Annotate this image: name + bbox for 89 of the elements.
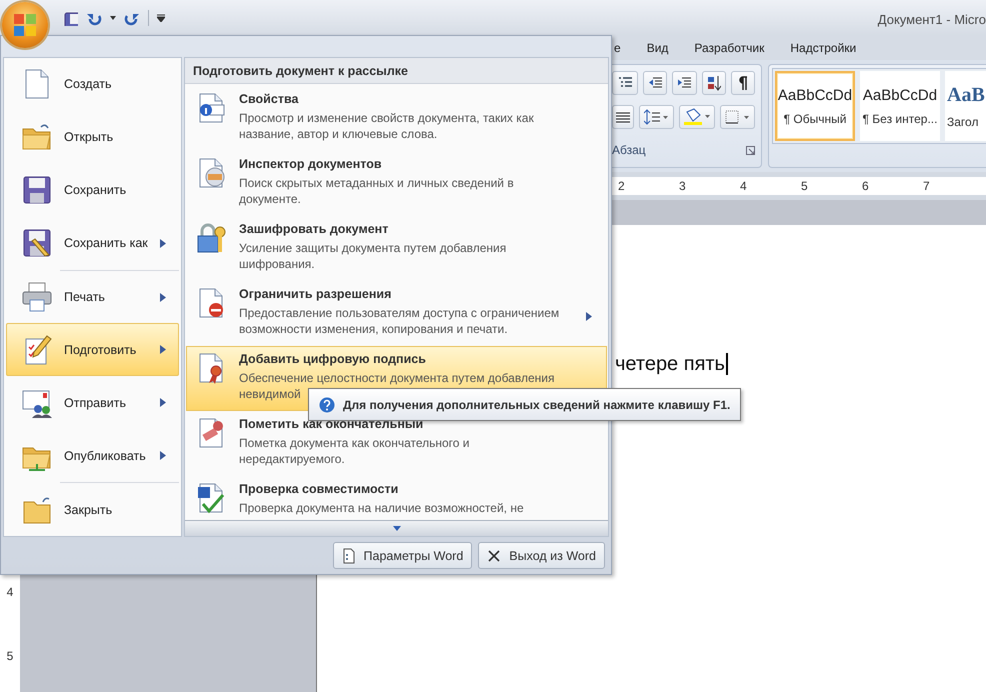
- multilevel-list-button[interactable]: [612, 71, 638, 95]
- ruler-number: 2: [618, 179, 626, 193]
- style-preview: AaB: [947, 84, 985, 106]
- submenu-item[interactable]: Инспектор документов Поиск скрытых метаданных и личных сведений в документе.: [186, 151, 607, 216]
- submenu-arrow-icon: [160, 292, 166, 302]
- caret-icon: [110, 16, 116, 20]
- style-option[interactable]: AaBbCcDd ¶ Без интер...: [860, 71, 940, 141]
- style-preview: AaBbCcDd: [778, 86, 852, 104]
- item-description: Пометка документа как окончательного и нередактируемого.: [239, 435, 470, 467]
- submenu-item[interactable]: Зашифровать документ Усиление защиты документа путем добавления шифрования.: [186, 216, 607, 281]
- style-preview: AaBbCcDd: [862, 86, 938, 104]
- submenu-item[interactable]: Ограничить разрешения Предоставление пользователям доступа с ограничением возможности изменения, копирования и печати.: [186, 281, 607, 346]
- justify-icon: [616, 112, 630, 122]
- menu-item[interactable]: Подготовить: [6, 323, 179, 376]
- item-title: Добавить цифровую подпись: [239, 352, 427, 366]
- submenu-arrow-icon: [586, 312, 592, 320]
- ruler-number: 4: [6, 585, 14, 599]
- borders-icon: [724, 110, 751, 124]
- item-description: Проверка документа на наличие возможностей, не: [239, 500, 525, 516]
- style-option[interactable]: AaBbCcDd ¶ Обычный: [775, 71, 855, 141]
- ruler-number: 6: [862, 179, 870, 193]
- item-title: Зашифровать документ: [239, 222, 390, 236]
- indent-icon: [677, 77, 692, 89]
- item-description: Поиск скрытых метаданных и личных сведений в документе.: [239, 175, 515, 207]
- menu-item[interactable]: Опубликовать: [6, 429, 179, 482]
- help-icon: [319, 396, 335, 412]
- word-document-check-icon: [195, 482, 227, 514]
- down-arrow-icon: [392, 526, 400, 531]
- style-option[interactable]: AaB Загол: [945, 71, 986, 141]
- window-title: Документ1 - Micro: [878, 11, 986, 27]
- line-spacing-button[interactable]: [639, 105, 674, 129]
- submenu-arrow-icon: [160, 238, 166, 248]
- indent-icon: [648, 77, 662, 89]
- line-spacing-icon: [644, 109, 668, 125]
- floppy-pencil-icon: [21, 227, 53, 260]
- shading-button[interactable]: [678, 105, 716, 129]
- submenu-item[interactable]: Проверка совместимости Проверка документа на наличие возможностей, не: [186, 476, 607, 520]
- menu-footer-button[interactable]: Параметры Word: [332, 542, 472, 569]
- style-name: Загол: [947, 114, 978, 128]
- paint-bucket-icon: [683, 108, 711, 126]
- ruler-number: 4: [740, 179, 748, 193]
- item-description: Предоставление пользователям доступа с ограничением возможности изменения, копирования и печати.: [239, 305, 560, 337]
- document-settings-icon: [342, 548, 356, 564]
- ribbon-tab[interactable]: Разработчик: [686, 38, 772, 58]
- submenu-header: Подготовить документ к рассылке: [185, 58, 608, 84]
- item-title: Инспектор документов: [239, 157, 383, 171]
- decrease-indent-button[interactable]: [643, 71, 668, 95]
- ribbon-tab[interactable]: Вид: [638, 38, 676, 58]
- item-description: Усиление защиты документа путем добавления шифрования.: [239, 240, 508, 272]
- increase-indent-button[interactable]: [672, 71, 697, 95]
- style-name: ¶ Обычный: [784, 112, 846, 126]
- menu-item[interactable]: Сохранить как: [6, 216, 179, 270]
- ruler-number: 3: [679, 179, 687, 193]
- list-icon: [618, 76, 632, 90]
- group-label: Абзац: [612, 143, 646, 157]
- pilcrow-icon: [738, 76, 748, 90]
- style-name: ¶ Без интер...: [862, 112, 938, 126]
- submenu-item[interactable]: Свойства Просмотр и изменение свойств документа, таких как название, автор и ключевые слова.: [186, 86, 607, 151]
- document-text: четере пять: [615, 353, 728, 375]
- menu-item[interactable]: Открыть: [6, 110, 179, 164]
- menu-item[interactable]: Отправить: [6, 376, 179, 430]
- item-title: Пометить как окончательный: [239, 417, 424, 431]
- menu-footer-button[interactable]: Выход из Word: [478, 542, 605, 569]
- submenu-arrow-icon: [160, 451, 166, 460]
- item-title: Ограничить разрешения: [239, 287, 392, 301]
- office-logo-icon: [12, 12, 38, 38]
- show-formatting-button[interactable]: [730, 71, 755, 95]
- item-title: Проверка совместимости: [239, 482, 400, 496]
- item-title: Свойства: [239, 92, 300, 106]
- menu-item[interactable]: Печать: [6, 270, 179, 324]
- item-description: Просмотр и изменение свойств документа, таких как название, автор и ключевые слова.: [239, 110, 535, 142]
- close-icon: [487, 548, 502, 562]
- ruler-number: 5: [801, 179, 809, 193]
- justify-button[interactable]: [612, 105, 634, 129]
- printer-icon: [21, 281, 53, 313]
- sort-icon: [706, 75, 721, 91]
- menu-item[interactable]: Сохранить: [6, 164, 179, 217]
- sort-button[interactable]: [702, 71, 726, 95]
- submenu-arrow-icon: [160, 345, 166, 354]
- customize-caret-icon: [157, 14, 165, 22]
- ruler-number: 5: [6, 649, 14, 663]
- submenu-arrow-icon: [160, 398, 166, 408]
- borders-button[interactable]: [720, 105, 756, 129]
- padlock-key-icon: [195, 222, 227, 254]
- ribbon-tab[interactable]: Надстройки: [782, 38, 864, 58]
- menu-item[interactable]: Создать: [6, 58, 179, 111]
- menu-item[interactable]: Закрыть: [6, 483, 179, 536]
- ruler-number: 7: [923, 179, 931, 193]
- dialog-launcher-icon: [746, 146, 755, 154]
